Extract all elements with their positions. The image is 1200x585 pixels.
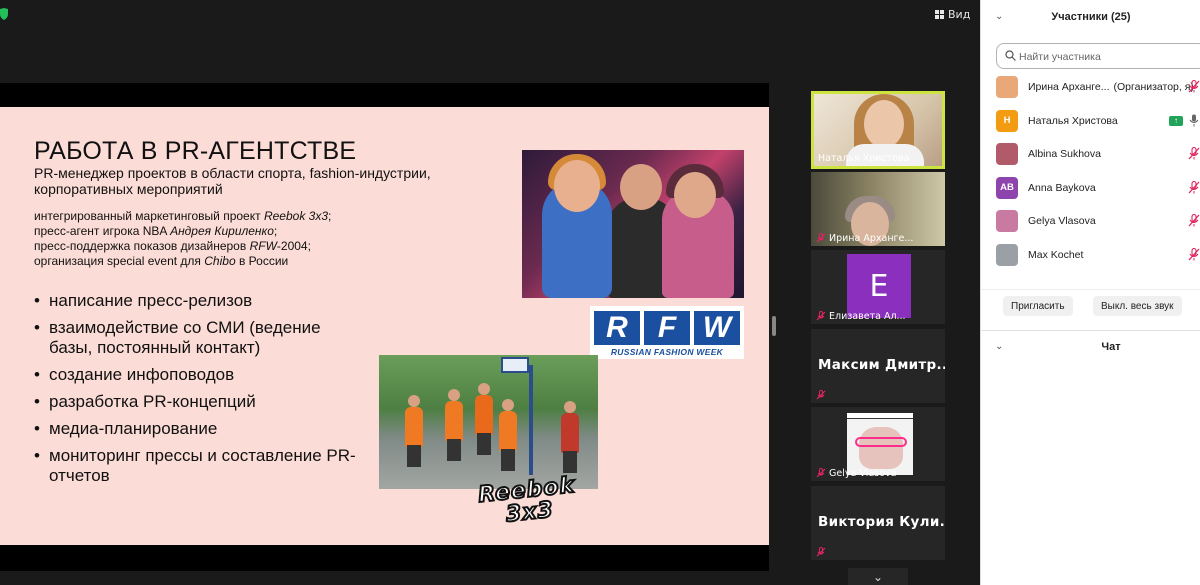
slide-project-line: интегрированный маркетинговый проект Ree… (34, 209, 332, 223)
participant-avatar (996, 143, 1018, 165)
scroll-down-chevron-icon[interactable]: ⌄ (848, 568, 908, 585)
panel-splitter-handle[interactable] (772, 316, 776, 336)
muted-mic-icon (816, 233, 826, 243)
participant-avatar-image (847, 413, 913, 475)
rfw-letter: W (694, 311, 740, 345)
shared-screen-slide: РАБОТА В PR-АГЕНТСТВЕ PR-менеджер проект… (0, 107, 769, 545)
share-top-bar (0, 83, 769, 107)
rfw-letter: F (644, 311, 690, 345)
muted-mic-icon (816, 390, 826, 400)
rfw-tagline: RUSSIAN FASHION WEEK (610, 347, 724, 357)
participant-avatar: Н (996, 109, 1018, 132)
invite-button[interactable]: Пригласить (1003, 296, 1073, 316)
slide-bullet-item: мониторинг прессы и составление PR-отчет… (34, 446, 364, 486)
participant-row[interactable]: Ирина Арханге... (Организатор, я) (981, 71, 1200, 104)
participant-avatar (996, 76, 1018, 98)
video-tile[interactable]: Виктория Кули... (811, 486, 945, 560)
participants-header: ⌄ Участники (25) (981, 0, 1200, 34)
participant-avatar (996, 243, 1018, 266)
screen-share-icon: ↑ (1169, 115, 1183, 126)
reebok-3x3-logo: Reebok 3x3 (472, 472, 600, 531)
chat-header[interactable]: ⌄ Чат (981, 330, 1200, 360)
slide-bullet-item: взаимодействие со СМИ (ведение базы, пос… (34, 318, 364, 358)
video-tile[interactable]: E Елизавета Ал... (811, 250, 945, 324)
muted-mic-icon (816, 468, 826, 478)
video-tile-active-speaker[interactable]: Наталья Христова (811, 91, 945, 169)
slide-bullet-item: написание пресс-релизов (34, 291, 364, 311)
participant-avatar: E (847, 254, 911, 318)
video-tile-name: Gelya Vlasova (829, 468, 897, 479)
participant-role: (Организатор, я) (1113, 81, 1194, 93)
search-icon (1005, 50, 1016, 61)
muted-mic-icon[interactable] (1188, 79, 1200, 93)
participant-name: Anna Baykova (1028, 181, 1096, 194)
video-tile-big-name: Максим Дмитр... (818, 357, 945, 373)
search-participant-field[interactable] (996, 43, 1200, 69)
participant-avatar (996, 210, 1018, 232)
grid-view-icon (935, 9, 944, 19)
slide-subtitle: PR-менеджер проектов в области спорта, f… (34, 165, 431, 197)
participant-name: Gelya Vlasova (1028, 215, 1096, 227)
chat-title: Чат (1101, 341, 1121, 353)
participant-avatar: AB (996, 176, 1018, 199)
video-tile[interactable]: Gelya Vlasova (811, 407, 945, 481)
participants-actions: Пригласить Выкл. весь звук (981, 289, 1200, 323)
mute-all-button[interactable]: Выкл. весь звук (1093, 296, 1182, 316)
slide-bullet-list: написание пресс-релизов взаимодействие со… (34, 291, 364, 493)
basketball-photo (379, 355, 598, 489)
muted-mic-icon[interactable] (1188, 146, 1200, 160)
list-fade (981, 276, 1200, 282)
slide-bullet-item: создание инфоповодов (34, 365, 364, 385)
video-tile-big-name: Виктория Кули... (818, 514, 945, 530)
reebok-logo-3x3: 3x3 (504, 497, 556, 529)
video-tile[interactable]: Ирина Арханге... (811, 172, 945, 246)
video-tile-name: Елизавета Ал... (829, 311, 906, 322)
video-tile-name: Ирина Арханге... (829, 233, 914, 244)
muted-mic-icon[interactable] (1188, 247, 1200, 261)
slide-projects: интегрированный маркетинговый проект Ree… (34, 209, 454, 269)
participant-row[interactable]: Max Kochet (981, 239, 1200, 272)
search-participant-input[interactable] (1019, 48, 1199, 66)
mic-icon[interactable] (1188, 114, 1200, 127)
rfw-logo: R F W RUSSIAN FASHION WEEK (590, 306, 744, 359)
security-shield-icon[interactable] (0, 8, 8, 20)
video-tile[interactable]: Максим Дмитр... (811, 329, 945, 403)
participants-title: Участники (25) (1051, 11, 1131, 23)
share-bottom-bar (0, 545, 769, 571)
participant-name: Ирина Арханге... (Организатор, я) (1028, 81, 1194, 93)
participant-name: Max Kochet (1028, 248, 1084, 261)
slide-title: РАБОТА В PR-АГЕНТСТВЕ (34, 137, 357, 165)
participant-row[interactable]: AB Anna Baykova (981, 172, 1200, 205)
slide-project-line: пресс-поддержка показов дизайнеров RFW-2… (34, 239, 311, 253)
muted-mic-icon[interactable] (1188, 213, 1200, 227)
view-button[interactable]: Вид (935, 6, 970, 22)
participant-name: Albina Sukhova (1028, 148, 1101, 160)
muted-mic-icon (816, 547, 826, 557)
participant-row[interactable]: Gelya Vlasova (981, 205, 1200, 238)
participant-name: Наталья Христова (1028, 114, 1118, 127)
slide-bullet-item: медиа-планирование (34, 419, 364, 439)
participants-panel: ⌄ Участники (25) Ирина Арханге...(Органи… (980, 0, 1200, 585)
party-photo (522, 150, 744, 298)
slide-project-line: пресс-агент игрока NBA Андрея Кириленко; (34, 224, 278, 238)
meeting-stage: Вид РАБОТА В PR-АГЕНТСТВЕ PR-менеджер пр… (0, 0, 980, 585)
participant-row[interactable]: Н Наталья Христова ↑ (981, 105, 1200, 138)
video-tile-name: Наталья Христова (818, 153, 910, 164)
participant-row[interactable]: Albina Sukhova (981, 138, 1200, 171)
view-button-label: Вид (948, 7, 971, 21)
slide-project-line: организация special event для Chibo в Ро… (34, 254, 289, 268)
muted-mic-icon[interactable] (1188, 180, 1200, 194)
rfw-letter: R (594, 311, 640, 345)
slide-bullet-item: разработка PR-концепций (34, 392, 364, 412)
muted-mic-icon (816, 311, 826, 321)
